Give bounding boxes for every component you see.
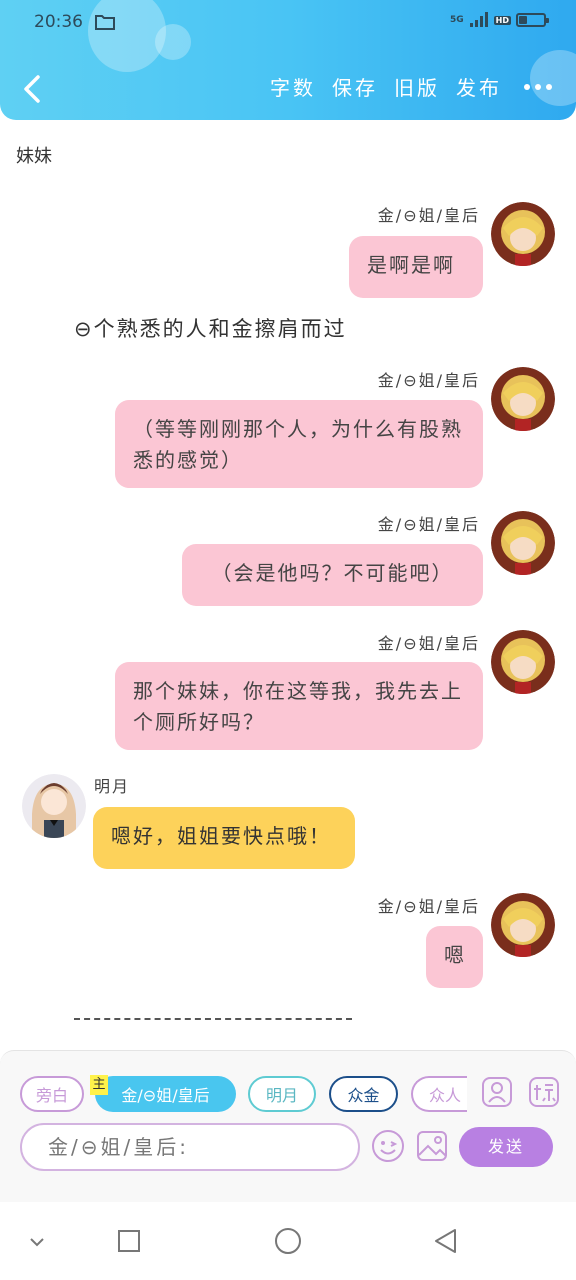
avatar-jin[interactable]	[491, 630, 555, 694]
sender-name: 金/⊖姐/皇后	[377, 515, 480, 534]
sender-name: 金/⊖姐/皇后	[377, 897, 480, 916]
main-role-tag: 主	[90, 1075, 108, 1095]
status-time: 20:36	[34, 12, 83, 32]
emoji-icon[interactable]	[371, 1129, 405, 1163]
role-chip-jin[interactable]: 金/⊖姐/皇后	[95, 1076, 236, 1112]
divider-line	[74, 1018, 352, 1020]
hd-badge: HD	[493, 15, 511, 25]
avatar-mingyue[interactable]	[22, 774, 86, 838]
sender-name: 明月	[94, 777, 131, 796]
role-chip-zhongjin[interactable]: 众金	[329, 1076, 398, 1112]
message-bubble[interactable]: 是啊是啊	[349, 236, 483, 298]
conversation-area[interactable]: 妹妹 金/⊖姐/皇后 是啊是啊 ⊖个熟悉的人和金擦肩而过 金/⊖姐/皇后 （等等…	[0, 120, 576, 1050]
system-nav-bar	[0, 1202, 576, 1280]
decor-bubble	[155, 24, 191, 60]
word-count-button[interactable]: 字数	[270, 72, 316, 101]
label-icon[interactable]	[528, 1076, 560, 1108]
message-bubble[interactable]: 嗯好，姐姐要快点哦！	[93, 807, 355, 869]
decor-bubble	[88, 0, 166, 72]
publish-button[interactable]: 发布	[456, 72, 502, 101]
sender-name: 金/⊖姐/皇后	[377, 206, 480, 225]
message-bubble[interactable]: （会是他吗？不可能吧）	[182, 544, 483, 606]
save-button[interactable]: 保存	[332, 72, 378, 101]
avatar-jin[interactable]	[491, 893, 555, 957]
header-actions: 字数 保存 旧版 发布	[270, 72, 552, 101]
battery-icon	[516, 13, 549, 27]
role-chip-mingyue[interactable]: 明月	[248, 1076, 316, 1112]
message-input[interactable]: 金/⊖姐/皇后:	[20, 1123, 360, 1171]
app-header: 20:36 5G HD 字数 保存 旧版 发布	[0, 0, 576, 120]
signal-icon	[469, 12, 488, 27]
image-icon[interactable]	[416, 1129, 448, 1163]
old-version-button[interactable]: 旧版	[394, 72, 440, 101]
send-button[interactable]: 发送	[459, 1127, 553, 1167]
message-bubble[interactable]: 嗯	[426, 926, 483, 988]
folder-icon	[95, 15, 115, 30]
narration-text: ⊖个熟悉的人和金擦肩而过	[74, 317, 347, 341]
triangle-back-icon[interactable]	[431, 1226, 461, 1256]
avatar-jin[interactable]	[491, 202, 555, 266]
sender-name: 金/⊖姐/皇后	[377, 634, 480, 653]
square-icon[interactable]	[114, 1226, 144, 1256]
role-chip-zhongren[interactable]: 众人	[411, 1076, 467, 1112]
more-dots-icon[interactable]	[518, 83, 552, 90]
conversation-title: 妹妹	[16, 146, 52, 167]
role-chip-narrator[interactable]: 旁白	[20, 1076, 84, 1112]
chevron-left-icon[interactable]	[16, 72, 50, 106]
network-label: 5G	[450, 14, 464, 25]
circle-icon[interactable]	[273, 1226, 303, 1256]
battery-level	[519, 16, 527, 24]
message-bubble[interactable]: 那个妹妹，你在这等我，我先去上个厕所好吗？	[115, 662, 483, 750]
message-bubble[interactable]: （等等刚刚那个人，为什么有股熟悉的感觉）	[115, 400, 483, 488]
avatar-jin[interactable]	[491, 367, 555, 431]
sender-name: 金/⊖姐/皇后	[377, 371, 480, 390]
status-indicators: 5G HD	[450, 12, 549, 28]
chevron-down-icon[interactable]	[22, 1226, 52, 1256]
person-icon[interactable]	[481, 1076, 513, 1108]
avatar-jin[interactable]	[491, 511, 555, 575]
